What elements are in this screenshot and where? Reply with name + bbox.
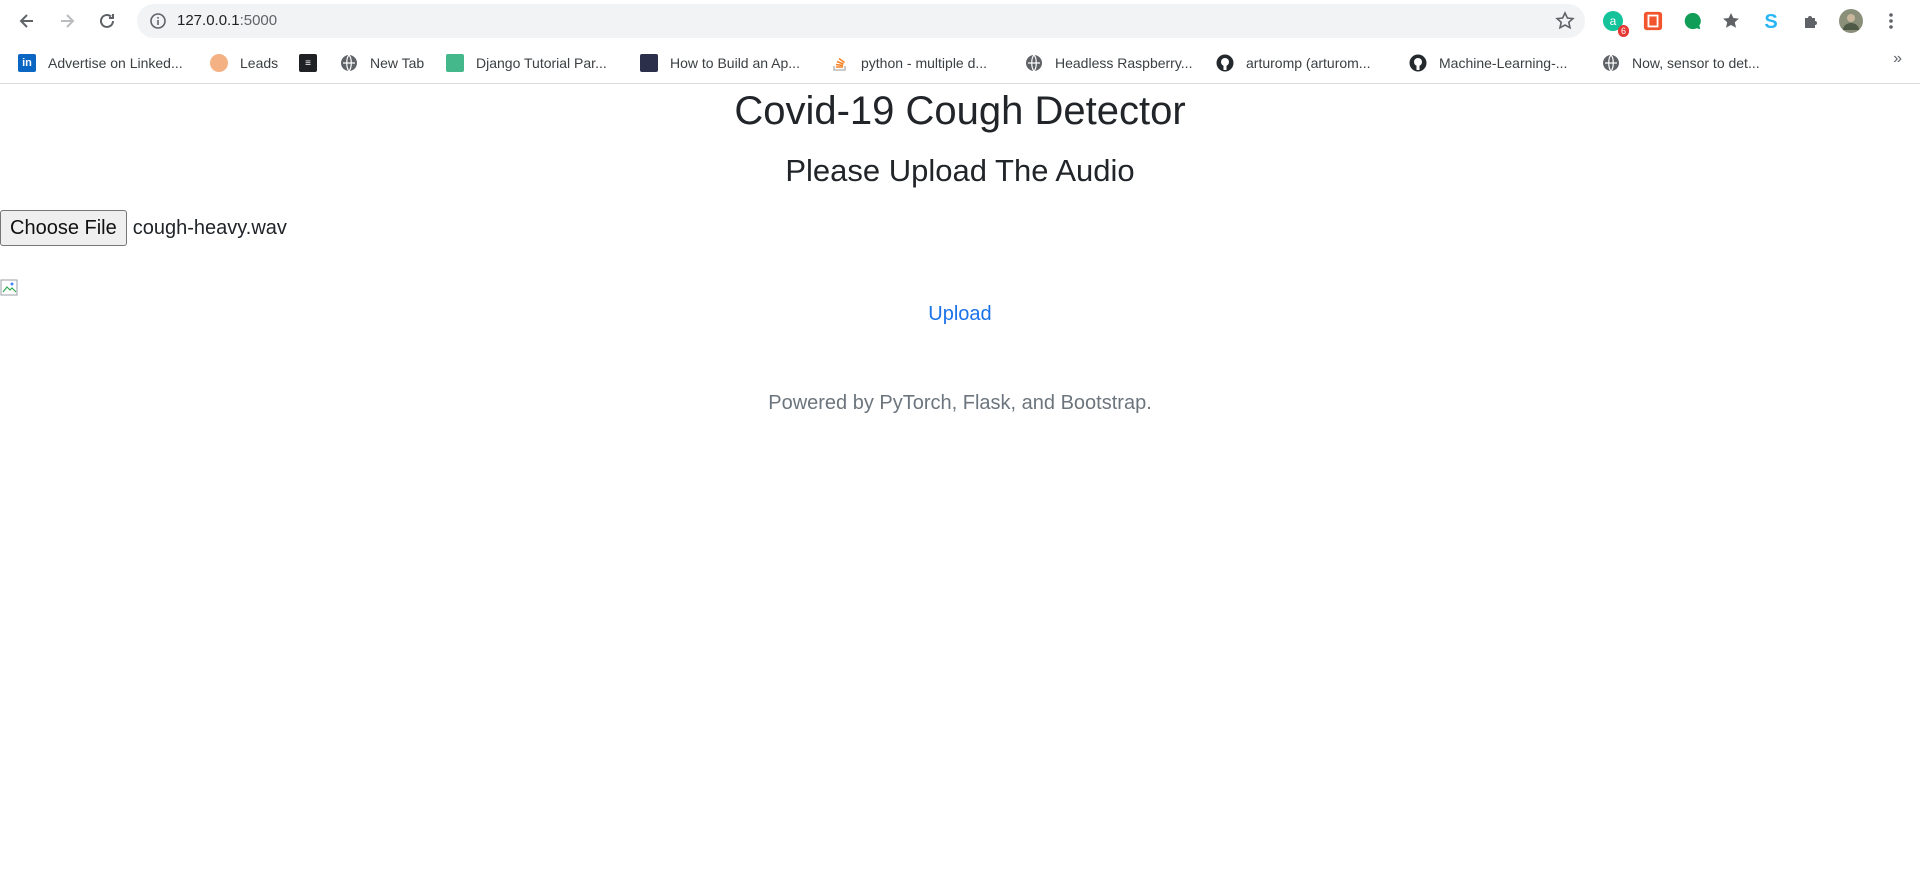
page-content: Covid-19 Cough Detector Please Upload Th… — [0, 85, 1920, 888]
globe-icon — [341, 54, 357, 72]
broken-image-icon — [0, 279, 18, 296]
stackoverflow-icon — [833, 57, 846, 71]
extensions-menu[interactable] — [1799, 9, 1823, 33]
bookmarks-overflow-button[interactable]: » — [1893, 50, 1902, 68]
bookmark-leads[interactable]: Leads — [210, 52, 278, 74]
selected-file-name: cough-heavy.wav — [132, 216, 287, 239]
orange-extension-icon — [1643, 11, 1663, 31]
forward-arrow-icon — [61, 14, 75, 28]
url-text: 127.0.0.1:5000 — [177, 12, 277, 30]
extension-badge: 6 — [1617, 25, 1629, 37]
bookmark-label: Machine-Learning-... — [1439, 55, 1568, 71]
reload-button[interactable] — [92, 6, 122, 36]
back-arrow-icon — [19, 14, 33, 28]
page-subtitle: Please Upload The Audio — [785, 153, 1135, 188]
extension-star[interactable] — [1719, 9, 1743, 33]
choose-file-button[interactable]: Choose File — [0, 210, 127, 246]
star-extension-icon — [1723, 13, 1739, 28]
browser-toolbar: 127.0.0.1:5000 a 6 S — [0, 0, 1920, 42]
grammarly-extension[interactable]: a 6 — [1601, 9, 1629, 37]
chat-bubble-icon — [1684, 12, 1701, 30]
browser-menu-button[interactable] — [1879, 9, 1903, 33]
page-title: Covid-19 Cough Detector — [734, 89, 1186, 133]
linkedin-icon: in — [18, 54, 36, 72]
bookmark-label: How to Build an Ap... — [670, 55, 800, 71]
bookmark-label: arturomp (arturom... — [1246, 55, 1371, 71]
bookmark-sensor[interactable]: Now, sensor to det... — [1602, 52, 1760, 74]
extension-green-chat[interactable] — [1681, 9, 1705, 33]
upload-link[interactable]: Upload — [928, 303, 991, 325]
svg-text:a: a — [1610, 14, 1617, 28]
github-icon — [1409, 54, 1427, 72]
footer-text: Powered by PyTorch, Flask, and Bootstrap… — [768, 392, 1152, 414]
bookmark-label: New Tab — [370, 55, 425, 71]
bookmark-label: Leads — [240, 55, 279, 71]
bookmark-label: Now, sensor to det... — [1632, 55, 1760, 71]
site-info-icon[interactable] — [149, 12, 167, 30]
bookmark-python[interactable]: python - multiple d... — [831, 52, 987, 74]
back-button[interactable] — [12, 6, 42, 36]
bookmark-django[interactable]: Django Tutorial Par... — [446, 52, 607, 74]
svg-text:S: S — [1764, 11, 1777, 32]
book-icon — [640, 54, 658, 72]
extension-orange[interactable] — [1641, 9, 1665, 33]
url-port: :5000 — [239, 12, 278, 29]
bookmark-how-to-build[interactable]: How to Build an Ap... — [640, 52, 800, 74]
avatar-icon — [1839, 9, 1863, 33]
s-extension-icon: S — [1764, 11, 1777, 32]
bookmarks-bar: in Advertise on Linked... Leads ≡ New Ta… — [0, 42, 1920, 84]
bookmark-new-tab[interactable]: New Tab — [340, 52, 424, 74]
kebab-menu-icon — [1889, 13, 1893, 29]
github-icon — [1216, 54, 1234, 72]
profile-avatar[interactable] — [1839, 9, 1863, 33]
address-bar[interactable]: 127.0.0.1:5000 — [137, 4, 1585, 38]
app-icon: ≡ — [299, 54, 317, 72]
bookmark-app[interactable]: ≡ — [299, 52, 329, 74]
puzzle-icon — [1805, 16, 1817, 28]
django-icon — [446, 54, 464, 72]
bookmark-arturomp[interactable]: arturomp (arturom... — [1216, 52, 1370, 74]
file-input[interactable]: Choose File cough-heavy.wav — [0, 210, 287, 246]
reload-icon — [100, 13, 114, 28]
bookmark-label: Django Tutorial Par... — [476, 55, 607, 71]
extension-s[interactable]: S — [1759, 9, 1783, 33]
bookmark-machine-learning[interactable]: Machine-Learning-... — [1409, 52, 1567, 74]
bookmark-linkedin[interactable]: in Advertise on Linked... — [18, 52, 183, 74]
forward-button[interactable] — [52, 6, 82, 36]
url-host: 127.0.0.1 — [177, 12, 240, 29]
bookmark-label: Headless Raspberry... — [1055, 55, 1193, 71]
bookmark-headless-raspberry[interactable]: Headless Raspberry... — [1025, 52, 1192, 74]
globe-icon — [1026, 54, 1042, 72]
leads-icon — [210, 54, 228, 72]
bookmark-star-icon[interactable] — [1555, 11, 1575, 31]
upload-link-row: Upload — [0, 300, 1920, 328]
globe-icon — [1603, 54, 1619, 72]
bookmark-label: python - multiple d... — [861, 55, 988, 71]
bookmark-label: Advertise on Linked... — [48, 55, 183, 71]
